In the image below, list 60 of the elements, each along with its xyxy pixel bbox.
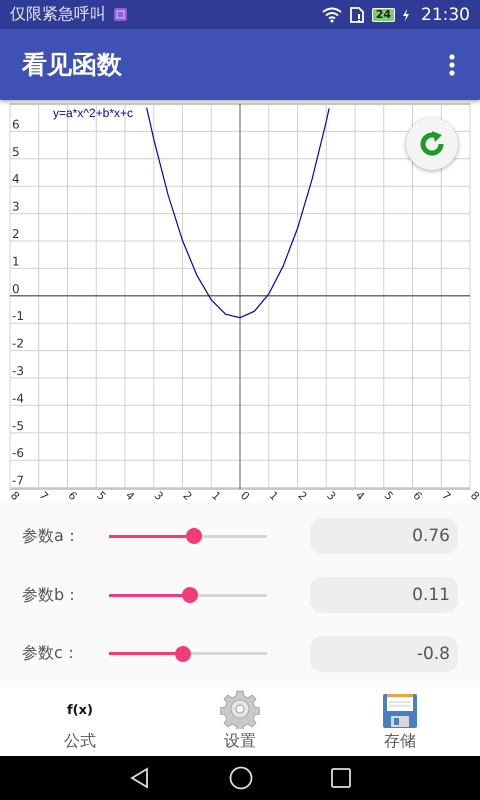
battery-icon: 24 bbox=[372, 8, 395, 22]
bottom-nav-item[interactable]: f(x) 公式 bbox=[0, 687, 160, 756]
parameter-label: 参数a： bbox=[22, 526, 81, 547]
x-tick-label: 5 bbox=[94, 488, 108, 503]
nav-label: 设置 bbox=[224, 730, 256, 752]
bottom-nav-item[interactable]: 设置 bbox=[160, 687, 320, 756]
y-tick-label: 2 bbox=[12, 226, 20, 241]
x-tick-label: 1 bbox=[266, 488, 281, 503]
x-tick-label: 6 bbox=[65, 488, 80, 503]
x-tick-label: 1 bbox=[209, 488, 224, 503]
image-icon bbox=[114, 8, 127, 22]
x-tick-label: 6 bbox=[410, 488, 425, 503]
x-tick-label: 2 bbox=[180, 488, 195, 503]
wifi-icon bbox=[322, 6, 342, 23]
home-icon[interactable] bbox=[229, 766, 253, 790]
bottom-nav-item[interactable]: 存储 bbox=[320, 687, 480, 756]
slider-thumb[interactable] bbox=[186, 528, 202, 544]
y-tick-label: -2 bbox=[12, 336, 24, 351]
y-tick-label: 5 bbox=[12, 144, 20, 159]
x-tick-label: 2 bbox=[295, 488, 310, 503]
y-tick-label: 4 bbox=[12, 172, 20, 186]
recents-icon[interactable] bbox=[331, 768, 351, 788]
sim-card-icon bbox=[350, 6, 364, 23]
slider-thumb[interactable] bbox=[175, 646, 192, 662]
y-tick-label: -6 bbox=[12, 446, 24, 460]
y-tick-label: -3 bbox=[12, 364, 24, 378]
clock-text: 21:30 bbox=[421, 4, 470, 25]
parameter-label: 参数b： bbox=[22, 584, 82, 606]
formula-icon: f(x) bbox=[67, 692, 93, 729]
back-icon[interactable] bbox=[129, 766, 151, 789]
x-tick-label: 4 bbox=[352, 488, 368, 503]
y-tick-label: 0 bbox=[12, 282, 20, 296]
x-tick-label: 8 bbox=[8, 488, 22, 503]
y-tick-label: -7 bbox=[12, 474, 24, 488]
app-title: 看见函数 bbox=[22, 49, 122, 82]
x-tick-label: 7 bbox=[439, 488, 454, 503]
charging-icon bbox=[403, 8, 409, 21]
x-tick-label: 5 bbox=[382, 488, 396, 503]
x-tick-label: 0 bbox=[238, 488, 252, 503]
y-tick-label: 3 bbox=[12, 200, 20, 214]
more-options-icon[interactable] bbox=[448, 52, 456, 77]
y-tick-label: 1 bbox=[12, 254, 20, 268]
slider-thumb[interactable] bbox=[182, 587, 198, 604]
x-tick-label: 8 bbox=[468, 488, 480, 503]
nav-label: 存储 bbox=[384, 730, 416, 752]
x-tick-label: 4 bbox=[122, 488, 138, 503]
parameter-label: 参数c： bbox=[22, 643, 80, 664]
formula-label: y=a*x^2+b*x+c bbox=[53, 106, 134, 120]
y-tick-label: -5 bbox=[12, 418, 24, 433]
parameter-value-field[interactable]: -0.8 bbox=[310, 636, 458, 672]
carrier-text: 仅限紧急呼叫 bbox=[10, 4, 106, 26]
x-tick-label: 3 bbox=[152, 488, 166, 503]
x-tick-label: 7 bbox=[36, 488, 51, 503]
parameter-value-field[interactable]: 0.76 bbox=[310, 518, 458, 554]
y-tick-label: -1 bbox=[12, 309, 24, 324]
parameter-value-field[interactable]: 0.11 bbox=[310, 577, 458, 614]
y-tick-label: 6 bbox=[12, 117, 20, 132]
nav-label: 公式 bbox=[64, 730, 96, 752]
y-tick-label: -4 bbox=[12, 391, 24, 406]
x-tick-label: 3 bbox=[324, 488, 338, 503]
